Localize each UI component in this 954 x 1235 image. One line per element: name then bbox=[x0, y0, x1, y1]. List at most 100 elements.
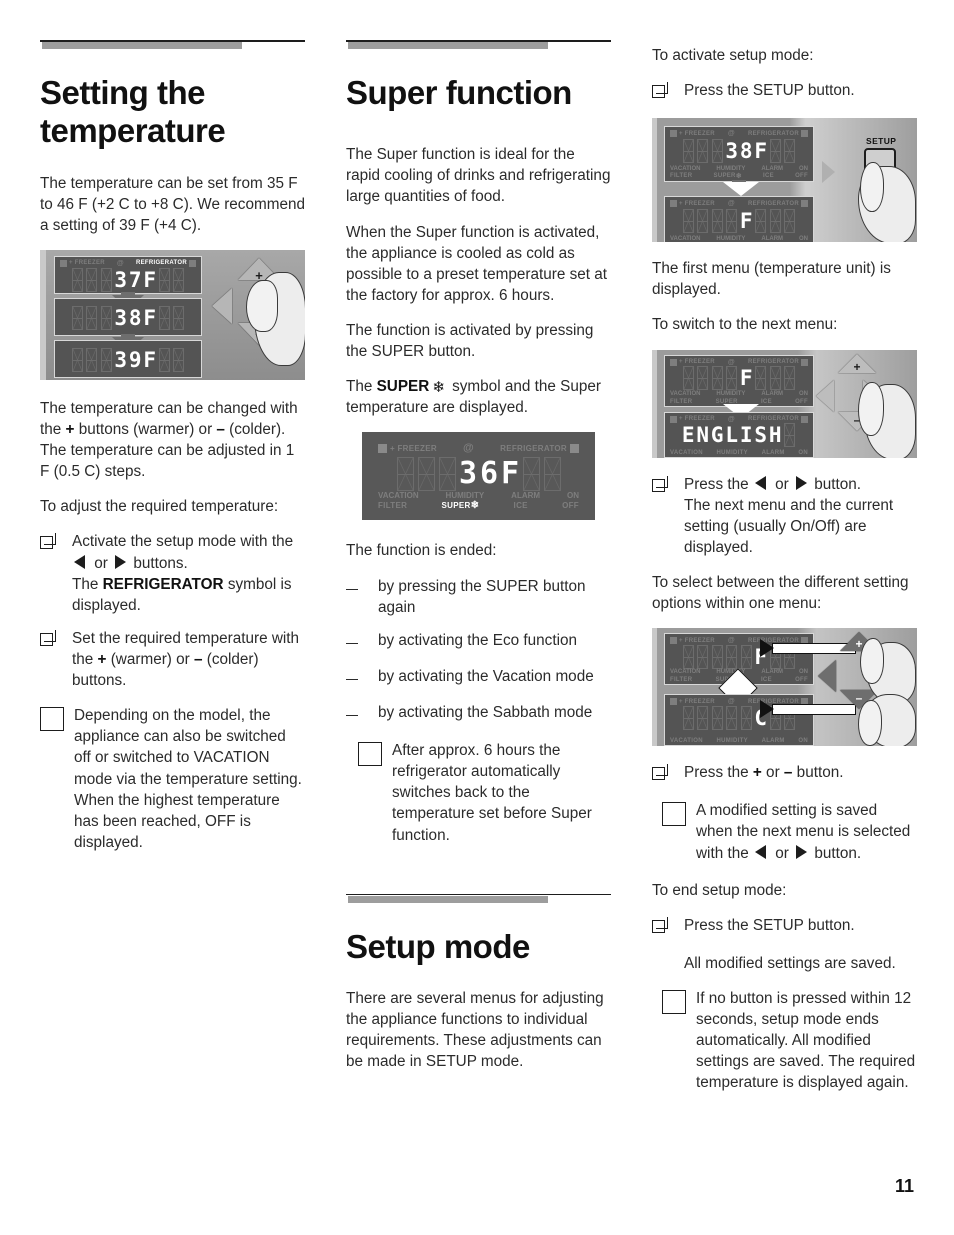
bullet-text-post: buttons. bbox=[129, 554, 188, 572]
minus-symbol: – bbox=[216, 420, 225, 438]
note-text: If no button is pressed within 12 second… bbox=[696, 989, 916, 1092]
section-rule bbox=[346, 40, 611, 52]
dash-icon bbox=[346, 666, 378, 690]
column-super-function: Super function The Super function is ide… bbox=[346, 40, 611, 1110]
three-column-layout: Setting the temperature The temperature … bbox=[40, 40, 918, 1110]
column-setup-mode-steps: To activate setup mode: Press the SETUP … bbox=[652, 40, 917, 1110]
refrigerator-symbol-label: REFRIGERATOR bbox=[102, 575, 224, 593]
paragraph-adjust-required-temperature: To adjust the required temperature: bbox=[40, 498, 279, 516]
list-item: by activating the Vacation mode bbox=[346, 666, 611, 690]
rule-bar bbox=[348, 42, 548, 50]
page-title-super-function: Super function bbox=[346, 74, 572, 111]
note-box-timeout: If no button is pressed within 12 second… bbox=[662, 988, 917, 1094]
list-item-text: by activating the Eco function bbox=[378, 631, 577, 649]
note-post: button. bbox=[810, 844, 862, 862]
control-pad-left-button[interactable] bbox=[212, 287, 232, 324]
bullet-square-icon bbox=[40, 628, 72, 691]
arrow-right-icon bbox=[795, 475, 807, 490]
list-item-text: by activating the Sabbath mode bbox=[378, 704, 593, 722]
arrow-right-icon bbox=[115, 554, 127, 569]
annotation-arrowhead-minus bbox=[760, 700, 774, 719]
note-mid: or bbox=[770, 844, 794, 862]
lcd-top-labels: + FREEZER @ REFRIGERATOR bbox=[55, 259, 201, 267]
lcd-bottom-labels-row1: VACATION HUMIDITY ALARM ON bbox=[670, 236, 808, 243]
note-text: After approx. 6 hours the refrigerator a… bbox=[392, 742, 592, 844]
manual-page: Setting the temperature The temperature … bbox=[0, 0, 954, 1235]
note-text: Depending on the model, the appliance ca… bbox=[74, 707, 302, 851]
bullet-mid: or bbox=[761, 764, 784, 782]
section-rule bbox=[40, 40, 305, 52]
bullet-text: Press the + or – button. bbox=[684, 762, 917, 786]
list-item: Press the SETUP button. bbox=[652, 80, 917, 104]
list-item-text: by pressing the SUPER button again bbox=[378, 577, 586, 616]
paragraph-super-symbol: The SUPER ❄ symbol and the Super temperat… bbox=[346, 376, 611, 418]
list-item: Activate the setup mode with the or butt… bbox=[40, 531, 305, 615]
page-title-setup-mode: Setup mode bbox=[346, 927, 530, 965]
bullet-text-mid: or bbox=[90, 554, 113, 572]
lcd-bottom-labels-row2: FILTER SUPER ❄ ICE OFF bbox=[378, 500, 579, 512]
finger-illustration bbox=[858, 381, 884, 436]
dash-icon bbox=[346, 630, 378, 654]
list-item: Press the + or – button. bbox=[652, 762, 917, 786]
list-item-text: by activating the Vacation mode bbox=[378, 667, 594, 685]
note-square-icon bbox=[40, 705, 74, 853]
pad-right-arrow-icon bbox=[822, 161, 835, 184]
plus-symbol: + bbox=[752, 764, 762, 782]
rule-bar bbox=[348, 895, 548, 903]
lcd-bottom-labels-row1: VACATION HUMIDITY ALARM ON bbox=[670, 449, 808, 456]
lcd-bottom-labels-row2: FILTER SUPER ❄ ICE OFF bbox=[670, 173, 808, 181]
note-square-icon bbox=[358, 740, 392, 846]
setup-key-label: SETUP bbox=[866, 136, 897, 147]
bullet-list-press-plus-minus: Press the + or – button. bbox=[652, 762, 917, 786]
bullet-list-press-arrows: Press the or button. The next menu and th… bbox=[652, 474, 917, 558]
figure-next-menu: + FREEZER @ REFRIGERATOR F VACATION HUMIDI… bbox=[652, 349, 917, 458]
list-item: Press the SETUP button. bbox=[652, 915, 917, 939]
paragraph-switch-next-menu: To switch to the next menu: bbox=[652, 316, 838, 334]
intro-paragraph-temperature-range: The temperature can be set from 35 F to … bbox=[40, 174, 305, 234]
bullet-text: Activate the setup mode with the or butt… bbox=[72, 531, 305, 615]
bullet-list-activate: Press the SETUP button. bbox=[652, 80, 917, 104]
figure-setting-option: + FREEZER @ REFRIGERATOR F VACATION HUMIDI… bbox=[652, 628, 917, 747]
list-item: Press the or button. The next menu and th… bbox=[652, 474, 917, 558]
lcd-top-labels: + FREEZER @ REFRIGERATOR bbox=[370, 442, 587, 454]
bullet-square-icon bbox=[652, 474, 684, 558]
finger-illustration bbox=[860, 638, 884, 685]
paragraph-end-setup: To end setup mode: bbox=[652, 881, 787, 899]
paragraph-change-temperature: The temperature can be changed with the … bbox=[40, 399, 298, 481]
list-item: by activating the Sabbath mode bbox=[346, 702, 611, 726]
figure-setup-button: + FREEZER @ REFRIGERATOR 38F VACATION HUMI… bbox=[652, 118, 917, 243]
bullet-post: button. bbox=[792, 764, 844, 782]
bullet-pre: Press the bbox=[684, 764, 753, 782]
paragraph-function-ended: The function is ended: bbox=[346, 542, 497, 560]
column-setting-the-temperature: Setting the temperature The temperature … bbox=[40, 40, 305, 1110]
bullet-square-icon bbox=[652, 762, 684, 786]
control-pad-left-button[interactable] bbox=[818, 660, 836, 693]
paragraph-super-activated: When the Super function is activated, th… bbox=[346, 223, 608, 304]
finger-illustration bbox=[860, 162, 884, 213]
lcd-top-labels: + FREEZER @ REFRIGERATOR bbox=[665, 200, 813, 208]
lcd-panel-38f: 38F bbox=[54, 297, 202, 336]
snowflake-icon: ❄ bbox=[432, 379, 445, 397]
lcd-panel-38f-setup: + FREEZER @ REFRIGERATOR 38F VACATION HUMI… bbox=[664, 126, 814, 183]
list-item: by activating the Eco function bbox=[346, 630, 611, 654]
lcd-top-labels: + FREEZER @ REFRIGERATOR bbox=[665, 130, 813, 138]
lcd-panel-c-option: + FREEZER @ REFRIGERATOR C VACATION HUMIDI… bbox=[664, 694, 814, 747]
plus-symbol: + bbox=[65, 420, 75, 438]
bullet-square-icon bbox=[40, 531, 72, 615]
lcd-bottom-labels-row1: VACATION HUMIDITY ALARM ON bbox=[378, 491, 580, 501]
bullet-line2-pre: The bbox=[72, 575, 103, 593]
finger-illustration bbox=[246, 279, 278, 332]
bullet-list-adjust: Activate the setup mode with the or butt… bbox=[40, 531, 305, 691]
note-box-six-hours: After approx. 6 hours the refrigerator a… bbox=[358, 740, 611, 846]
paragraph-all-saved: All modified settings are saved. bbox=[684, 954, 896, 972]
note-square-icon bbox=[662, 800, 696, 863]
page-title-setting-temperature: Setting the temperature bbox=[40, 74, 226, 150]
arrow-right-icon bbox=[796, 844, 808, 859]
lcd-panel-36f: + FREEZER @ REFRIGERATOR 3 6 F VACATION … bbox=[370, 438, 587, 515]
dash-icon bbox=[346, 702, 378, 726]
list-item: by pressing the SUPER button again bbox=[346, 576, 611, 618]
bullet-text: Press the or button. The next menu and th… bbox=[684, 474, 917, 558]
arrow-left-icon bbox=[74, 554, 85, 569]
paragraph-activate-setup: To activate setup mode: bbox=[652, 47, 814, 64]
control-pad-left-button[interactable] bbox=[816, 379, 834, 412]
